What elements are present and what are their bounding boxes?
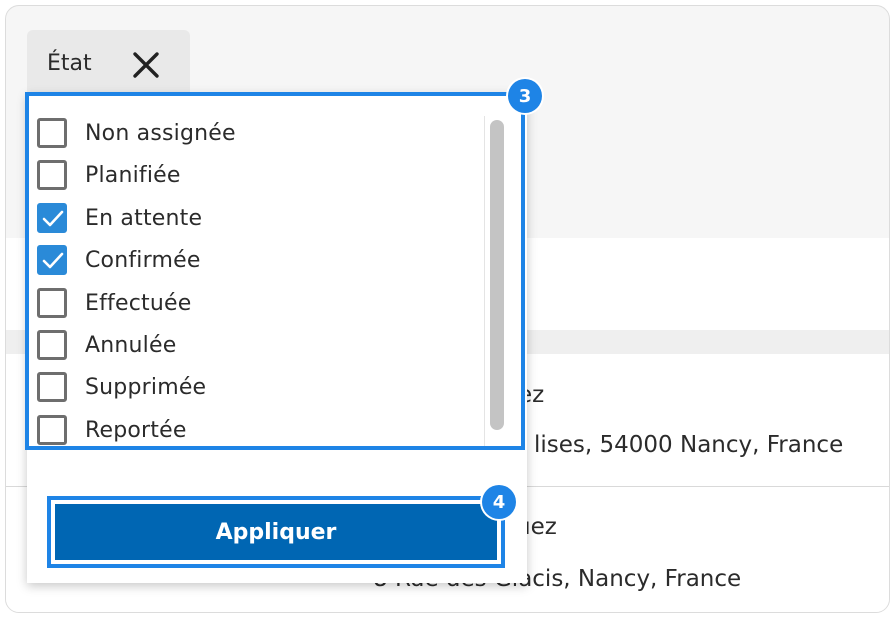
option-label: Confirmée — [85, 247, 201, 273]
checkbox-reportee[interactable] — [37, 415, 67, 445]
status-options-list[interactable]: Non assignée Planifiée En attente Confir… — [25, 92, 525, 450]
checkmark-icon — [42, 252, 64, 269]
option-effectuee[interactable]: Effectuée — [37, 285, 191, 321]
checkbox-supprimee[interactable] — [37, 372, 67, 402]
option-label: Reportée — [85, 417, 187, 443]
filter-chip-label: État — [47, 51, 92, 76]
close-icon[interactable] — [131, 50, 161, 80]
checkbox-planifiee[interactable] — [37, 160, 67, 190]
checkbox-effectuee[interactable] — [37, 288, 67, 318]
option-non-assignee[interactable]: Non assignée — [37, 115, 236, 151]
filter-chip-etat[interactable]: État — [27, 30, 190, 100]
option-annulee[interactable]: Annulée — [37, 327, 176, 363]
option-en-attente[interactable]: En attente — [37, 200, 202, 236]
option-label: Effectuée — [85, 290, 192, 316]
apply-button[interactable]: Appliquer — [55, 504, 497, 560]
scrollbar[interactable] — [484, 116, 507, 446]
option-planifiee[interactable]: Planifiée — [37, 157, 181, 193]
option-confirmee[interactable]: Confirmée — [37, 242, 201, 278]
checkbox-confirmee[interactable] — [37, 245, 67, 275]
apply-button-highlight: Appliquer — [47, 496, 505, 568]
option-label: Supprimée — [85, 374, 207, 400]
annotation-badge-4: 4 — [482, 485, 516, 519]
checkmark-icon — [42, 210, 64, 227]
checkbox-annulee[interactable] — [37, 330, 67, 360]
checkbox-non-assignee[interactable] — [37, 118, 67, 148]
option-label: Planifiée — [85, 162, 181, 188]
option-reportee[interactable]: Reportée — [37, 412, 187, 448]
row-1-address: lises, 54000 Nancy, France — [534, 432, 844, 458]
checkbox-en-attente[interactable] — [37, 203, 67, 233]
scrollbar-thumb[interactable] — [490, 120, 504, 430]
option-label: Non assignée — [85, 120, 236, 146]
option-supprimee[interactable]: Supprimée — [37, 369, 206, 405]
option-label: En attente — [85, 205, 203, 231]
option-label: Annulée — [85, 332, 177, 358]
annotation-badge-3: 3 — [508, 79, 542, 113]
